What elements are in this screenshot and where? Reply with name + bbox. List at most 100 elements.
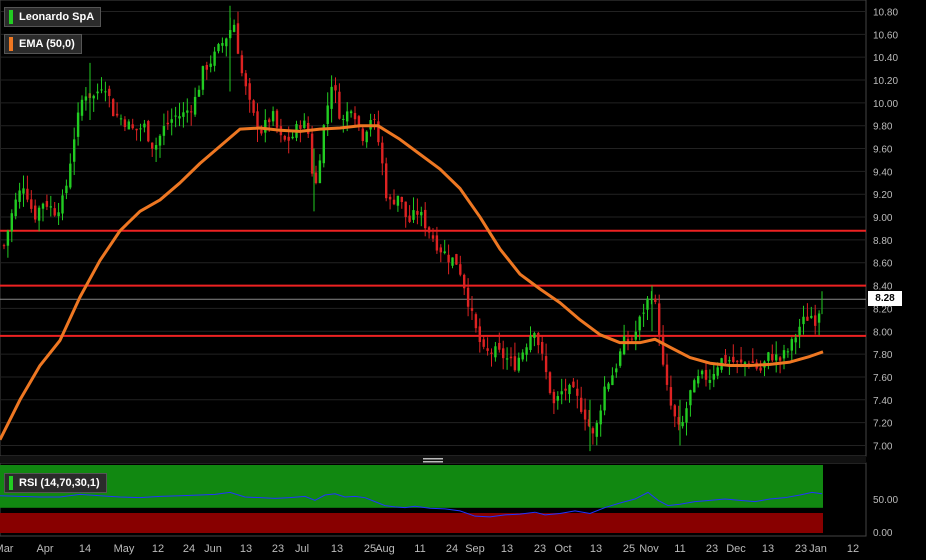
x-tick-label: 23 [706,543,718,555]
candle-down [474,314,478,329]
candle-up [18,190,21,202]
candle-down [576,388,579,396]
candle-up [186,110,189,113]
candle-up [57,212,60,217]
candle-up [349,111,353,114]
x-tick-label: 13 [590,543,602,555]
candle-up [127,121,130,130]
candle-up [420,211,423,216]
legend-ema-label: EMA (50,0) [19,38,75,50]
candle-up [271,111,275,122]
candle-up [786,351,790,353]
rsi-oversold-zone [0,513,823,533]
legend-ema: EMA (50,0) [4,34,82,54]
x-tick-label: 12 [152,543,164,555]
splitter-grip-top [423,458,443,460]
legend-instrument-label: Leonardo SpA [19,11,95,23]
candle-up [607,383,610,390]
candle-up [197,89,201,97]
candle-down [287,136,290,141]
candle-up [712,373,715,380]
candle-down [463,274,466,289]
candle-down [552,391,556,404]
candle-down [759,367,762,371]
legend-instrument: Leonardo SpA [4,7,102,27]
candle-down [310,133,314,174]
candle-up [615,368,618,373]
candle-up [817,313,821,323]
candle-down [361,128,364,142]
candle-up [100,89,103,91]
candle-up [61,195,64,214]
candle-down [665,364,669,385]
candle-up [599,410,602,425]
candle-up [728,360,731,362]
ema-line [0,124,824,441]
candle-down [299,125,302,129]
x-tick-label: Sep [465,543,485,555]
candle-up [264,119,267,133]
price-y-tick-label: 8.00 [873,327,893,338]
candle-down [739,359,743,363]
candle-down [751,361,754,363]
candle-up [37,207,41,221]
candle-down [166,122,169,125]
candle-up [638,316,641,331]
candle-up [603,386,606,411]
candle-up [193,96,197,115]
candle-down [583,409,587,420]
candle-up [41,203,45,209]
candle-down [580,397,583,412]
price-y-tick-label: 8.60 [873,259,893,270]
x-tick-label: Jul [295,543,309,555]
candle-up [326,105,329,125]
candle-up [521,352,524,360]
candle-down [704,369,708,380]
last-price-tag: 8.28 [868,291,902,306]
candle-down [275,110,279,128]
candle-up [303,120,306,129]
x-tick-label: Aug [375,543,395,555]
candle-up [767,352,770,361]
x-tick-label: Oct [554,543,571,555]
x-tick-label: 23 [272,543,284,555]
candle-down [806,316,809,321]
candle-up [69,163,72,188]
candle-down [123,119,127,127]
candle-up [225,38,228,47]
candle-up [611,375,614,386]
candle-up [794,337,797,343]
candle-up [810,315,813,318]
candle-up [342,118,345,120]
candle-up [232,24,236,32]
candle-up [322,125,325,164]
candle-up [65,185,68,194]
candle-up [92,95,95,99]
candle-down [131,124,134,129]
candle-up [76,112,80,137]
price-y-tick-label: 9.20 [873,190,893,201]
x-tick-label: 11 [414,543,425,555]
candle-down [490,352,493,354]
candle-down [338,91,341,119]
candle-down [771,353,774,361]
candle-up [517,357,520,371]
candle-down [502,348,505,359]
candle-up [154,145,158,150]
x-tick-label: 24 [183,543,195,555]
candle-down [470,308,474,311]
candle-down [108,88,111,96]
candle-down [135,128,138,131]
candle-up [139,128,142,130]
candle-up [798,326,801,336]
candle-down [353,113,357,120]
candle-up [178,116,181,119]
price-y-tick-label: 10.80 [873,8,898,19]
candle-up [14,199,17,217]
candle-down [548,372,552,393]
candle-up [529,335,532,350]
candle-down [115,113,119,116]
price-y-tick-label: 7.40 [873,396,893,407]
candle-up [802,316,805,325]
candle-up [568,384,571,395]
